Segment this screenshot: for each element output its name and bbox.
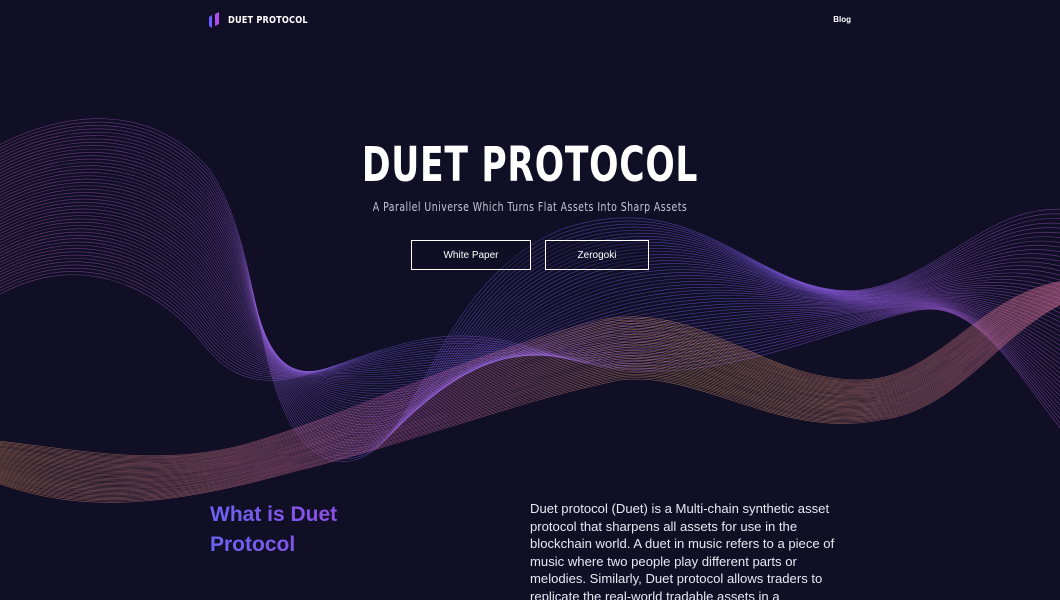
wave-line-orange xyxy=(0,293,1060,480)
about-section-text: Duet protocol (Duet) is a Multi-chain sy… xyxy=(530,501,835,600)
zerogoki-button[interactable]: Zerogoki xyxy=(545,240,649,270)
wave-line-orange xyxy=(0,281,1060,458)
about-section-title: What is Duet Protocol xyxy=(210,500,410,560)
wave-line-orange xyxy=(0,298,1060,491)
wave-line-orange xyxy=(0,300,1060,496)
wave-line-purple xyxy=(0,152,1060,436)
brand-name: DUET PROTOCOL xyxy=(228,14,308,26)
brand-logo[interactable]: DUET PROTOCOL xyxy=(209,12,325,28)
hero-subtitle: A Parallel Universe Which Turns Flat Ass… xyxy=(372,200,688,214)
wave-line-purple xyxy=(0,202,1060,397)
nav-link-blog[interactable]: Blog xyxy=(833,15,851,24)
wave-line-orange xyxy=(0,295,1060,484)
top-navigation: DUET PROTOCOL Blog xyxy=(209,12,851,30)
white-paper-button[interactable]: White Paper xyxy=(411,240,531,270)
wave-line-purple xyxy=(0,248,1060,392)
duet-logo-icon xyxy=(209,12,219,28)
hero-title: DUET PROTOCOL xyxy=(361,137,699,193)
